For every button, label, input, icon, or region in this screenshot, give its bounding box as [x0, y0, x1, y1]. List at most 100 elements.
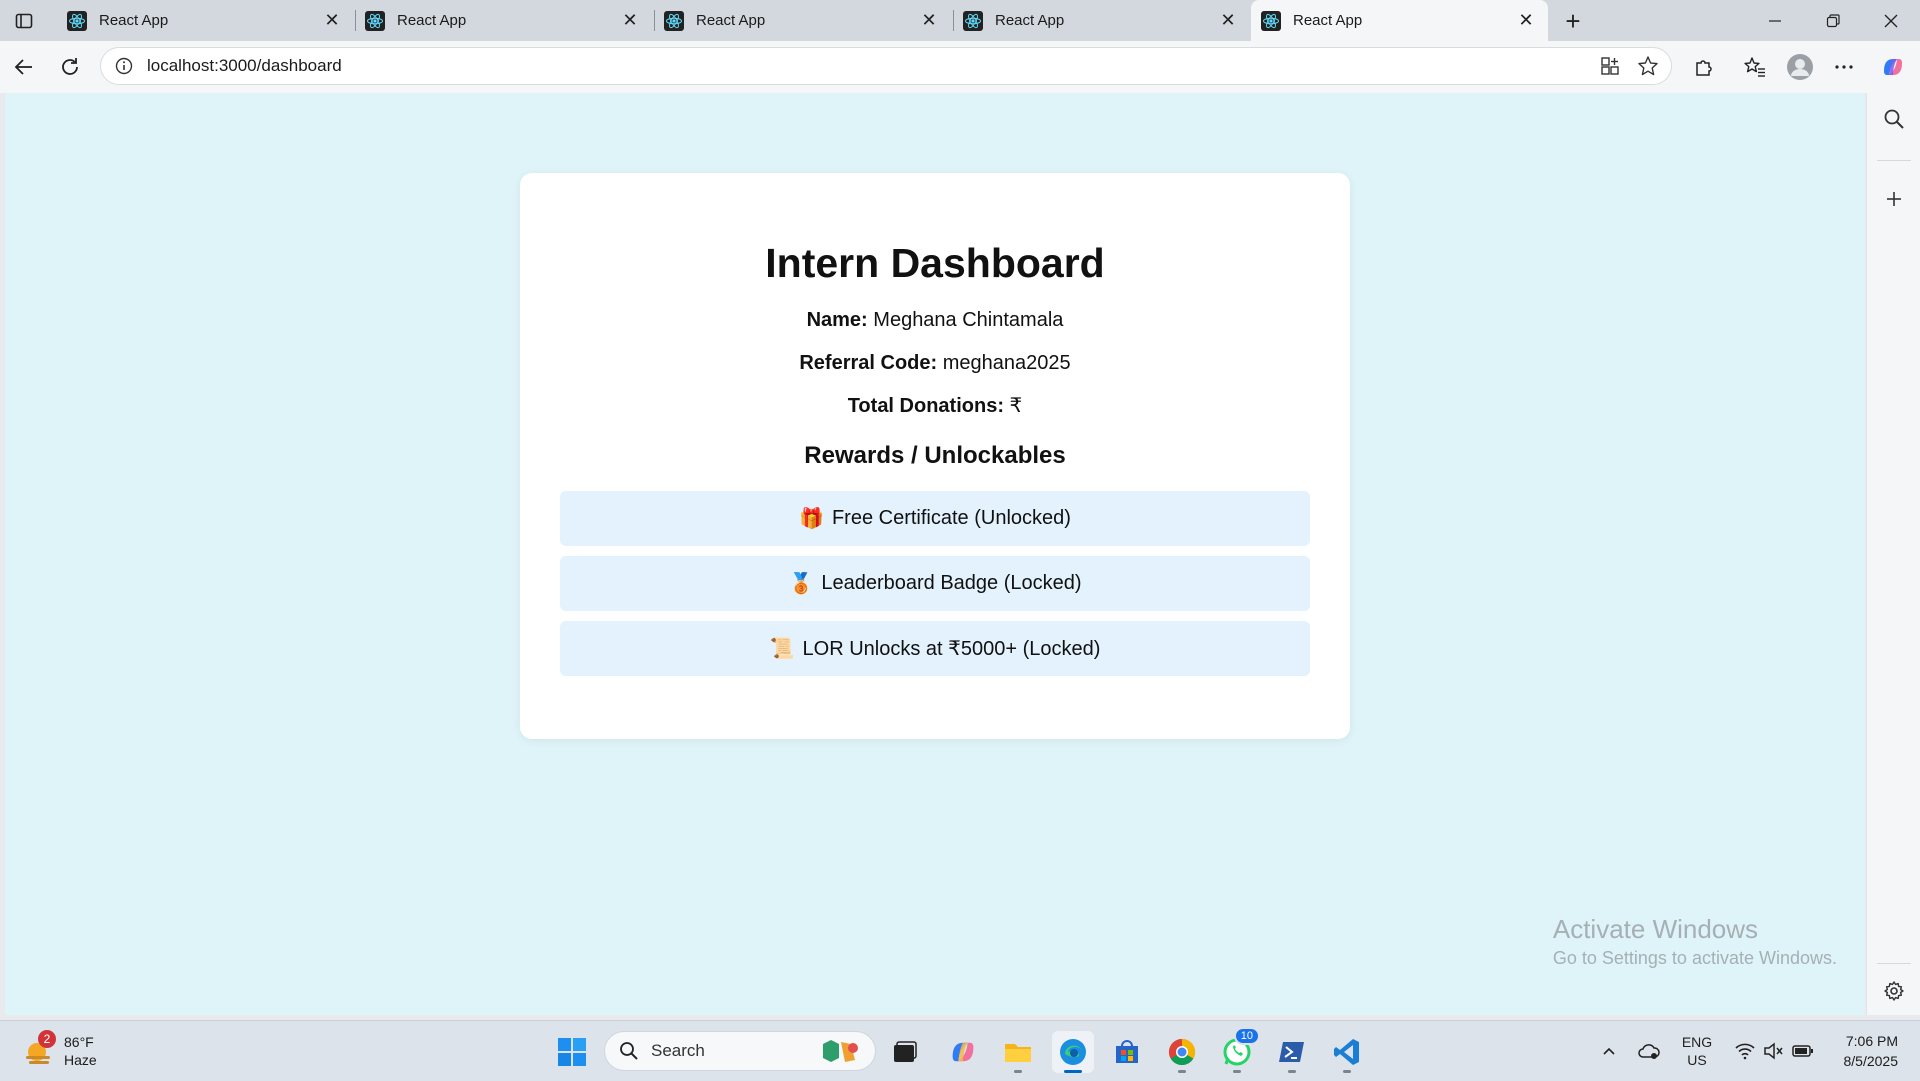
- tab-title: React App: [995, 12, 1065, 29]
- terminal-icon: [1279, 1042, 1304, 1062]
- tab-close-icon[interactable]: ✕: [620, 10, 640, 31]
- tab-close-icon[interactable]: ✕: [1218, 10, 1238, 31]
- tab-actions-icon: [15, 13, 33, 29]
- browser-tab-1[interactable]: React App ✕: [57, 0, 354, 41]
- taskbar-search-box[interactable]: Search: [604, 1031, 876, 1071]
- taskbar-whatsapp[interactable]: 10: [1216, 1027, 1260, 1073]
- app-available-icon[interactable]: [1595, 51, 1625, 81]
- puzzle-icon: [1696, 60, 1712, 76]
- weather-temperature: 86°F: [64, 1034, 94, 1050]
- windows-taskbar: 2 86°F Haze Search 10 ENG US 7:06 PM 8/5…: [0, 1020, 1920, 1081]
- language-indicator[interactable]: ENG US: [1676, 1031, 1718, 1071]
- running-indicator: [1014, 1070, 1022, 1073]
- clock-time: 7:06 PM: [1845, 1033, 1898, 1049]
- url-text[interactable]: localhost:3000/dashboard: [147, 56, 1595, 76]
- site-info-icon[interactable]: [109, 51, 139, 81]
- tab-title: React App: [99, 12, 169, 29]
- taskbar-file-explorer[interactable]: [997, 1031, 1039, 1073]
- react-logo-icon: [67, 10, 87, 31]
- chevron-up-icon: [1603, 1047, 1615, 1055]
- donations-label: Total Donations:: [847, 395, 1004, 417]
- taskbar-powershell[interactable]: [1271, 1031, 1313, 1073]
- sidebar-divider: [1877, 963, 1911, 964]
- medal-icon: 🥉: [788, 573, 814, 595]
- battery-status[interactable]: [1788, 1031, 1818, 1071]
- taskbar-clock[interactable]: 7:06 PM 8/5/2025: [1844, 1031, 1899, 1071]
- tab-close-icon[interactable]: ✕: [1516, 10, 1536, 31]
- total-donations-row: Total Donations: ₹: [520, 394, 1350, 418]
- browser-tab-4[interactable]: React App ✕: [953, 0, 1250, 41]
- refresh-button[interactable]: [54, 51, 86, 83]
- search-placeholder: Search: [651, 1041, 705, 1060]
- sidebar-settings-button[interactable]: [1878, 975, 1910, 1007]
- plus-icon: +: [1565, 5, 1581, 36]
- reward-item-free-certificate: 🎁 Free Certificate (Unlocked): [560, 491, 1310, 546]
- refresh-icon: [62, 58, 78, 75]
- browser-tab-2[interactable]: React App ✕: [355, 0, 652, 41]
- taskbar-edge[interactable]: [1052, 1031, 1094, 1073]
- tab-close-icon[interactable]: ✕: [322, 10, 342, 31]
- tab-title: React App: [397, 12, 467, 29]
- favorites-button[interactable]: [1739, 51, 1771, 83]
- profile-button[interactable]: [1784, 51, 1816, 83]
- vscode-icon: [1334, 1039, 1359, 1065]
- donations-value: ₹: [1009, 395, 1023, 417]
- back-button[interactable]: [8, 51, 40, 83]
- active-indicator: [1064, 1070, 1082, 1073]
- address-bar[interactable]: localhost:3000/dashboard: [100, 47, 1672, 85]
- favorite-star-icon[interactable]: [1633, 51, 1663, 81]
- weather-widget[interactable]: 2 86°F Haze: [22, 1029, 97, 1073]
- more-dots-icon: [1835, 65, 1853, 69]
- taskbar-copilot[interactable]: [942, 1031, 984, 1073]
- search-icon: [620, 1042, 638, 1060]
- rewards-heading: Rewards / Unlockables: [804, 442, 1066, 469]
- show-hidden-icons-button[interactable]: [1596, 1031, 1622, 1071]
- reward-text: Free Certificate (Unlocked): [831, 507, 1071, 529]
- tab-title: React App: [696, 12, 766, 29]
- start-button[interactable]: [551, 1031, 593, 1073]
- watermark-title: Activate Windows: [1552, 914, 1759, 944]
- tray-onedrive[interactable]: [1634, 1031, 1664, 1071]
- tab-close-icon[interactable]: ✕: [919, 10, 939, 31]
- taskbar-vscode[interactable]: [1326, 1031, 1368, 1073]
- browser-tab-3[interactable]: React App ✕: [654, 0, 951, 41]
- settings-more-button[interactable]: [1828, 51, 1860, 83]
- scroll-icon: 📜: [769, 638, 795, 660]
- wifi-status[interactable]: [1730, 1031, 1760, 1071]
- tab-title: React App: [1293, 12, 1363, 29]
- page-viewport: Intern Dashboard Name: Meghana Chintamal…: [5, 93, 1865, 1015]
- taskbar-chrome[interactable]: [1161, 1031, 1203, 1073]
- copilot-icon: [1884, 59, 1902, 75]
- close-window-button[interactable]: [1862, 0, 1920, 41]
- tab-actions-button[interactable]: [10, 8, 38, 34]
- sidebar-divider: [1877, 160, 1911, 161]
- volume-status[interactable]: [1758, 1031, 1788, 1071]
- wifi-icon: [1735, 1043, 1755, 1060]
- close-icon: [1884, 14, 1898, 27]
- taskbar-microsoft-store[interactable]: [1106, 1031, 1148, 1073]
- watermark-subtitle: Go to Settings to activate Windows.: [1552, 948, 1837, 968]
- taskbar-task-view[interactable]: [884, 1031, 926, 1073]
- react-logo-icon: [963, 10, 983, 31]
- minimize-icon: [1769, 19, 1781, 22]
- minimize-button[interactable]: [1746, 0, 1804, 41]
- weather-haze-icon: 2: [22, 1030, 56, 1068]
- browser-tab-5-active[interactable]: React App ✕: [1251, 0, 1548, 41]
- restore-button[interactable]: [1804, 0, 1862, 41]
- extensions-button[interactable]: [1688, 51, 1720, 83]
- back-arrow-icon: [14, 59, 32, 75]
- new-tab-button[interactable]: +: [1558, 6, 1588, 36]
- sidebar-add-button[interactable]: [1878, 183, 1910, 215]
- restore-icon: [1826, 13, 1840, 27]
- running-indicator: [1343, 1070, 1351, 1073]
- gift-icon: 🎁: [799, 508, 824, 530]
- name-value: Meghana Chintamala: [873, 309, 1064, 331]
- activate-windows-watermark: Activate Windows Go to Settings to activ…: [1553, 913, 1837, 971]
- sidebar-search-button[interactable]: [1878, 103, 1910, 135]
- reward-text: Leaderboard Badge (Locked): [821, 572, 1082, 594]
- name-label: Name:: [806, 309, 868, 331]
- favorites-list-icon: [1744, 57, 1765, 77]
- dashboard-card: Intern Dashboard Name: Meghana Chintamal…: [520, 173, 1350, 739]
- copilot-button[interactable]: [1877, 51, 1909, 83]
- tab-strip: React App ✕ React App ✕ React App ✕ Reac…: [0, 0, 1920, 41]
